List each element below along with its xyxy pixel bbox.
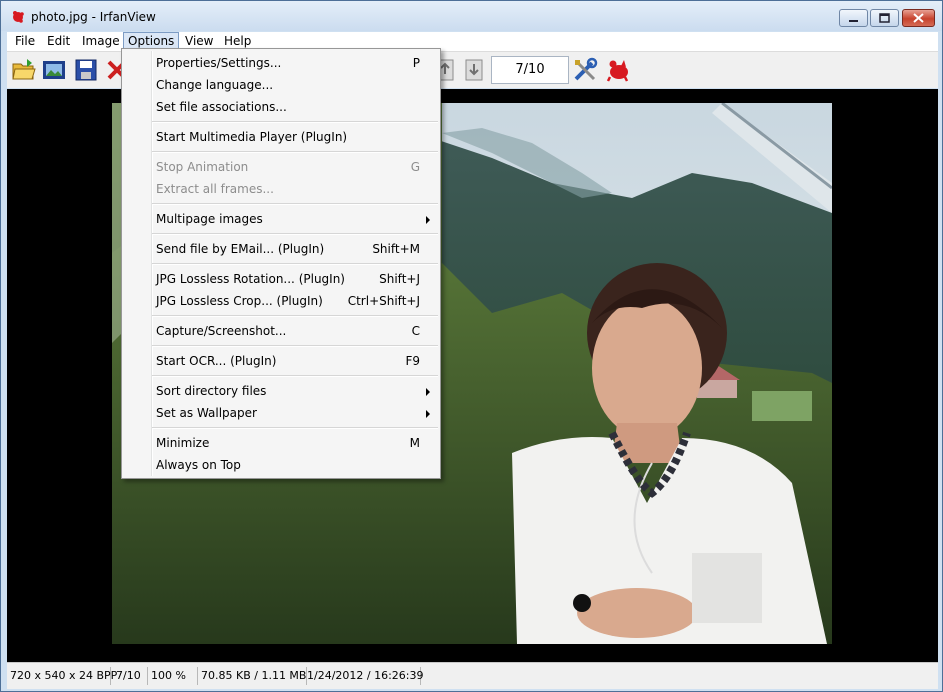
menu-item-shortcut: Ctrl+Shift+J	[347, 294, 420, 308]
menu-item-sort-directory-files[interactable]: Sort directory files	[123, 380, 439, 402]
menu-separator	[152, 427, 438, 429]
menu-file[interactable]: File	[11, 33, 39, 50]
menu-separator	[152, 233, 438, 235]
title-bar[interactable]: photo.jpg - IrfanView	[1, 1, 942, 31]
menu-item-set-file-associations[interactable]: Set file associations...	[123, 96, 439, 118]
menu-item-label: Set file associations...	[156, 100, 287, 114]
menu-image[interactable]: Image	[78, 33, 124, 50]
menu-item-label: Capture/Screenshot...	[156, 324, 287, 338]
menu-item-jpg-lossless-crop[interactable]: JPG Lossless Crop... (PlugIn) Ctrl+Shift…	[123, 290, 439, 312]
menu-item-label: Properties/Settings...	[156, 56, 282, 70]
menu-separator	[152, 151, 438, 153]
menu-item-change-language[interactable]: Change language...	[123, 74, 439, 96]
menu-item-label: Minimize	[156, 436, 210, 450]
status-zoom: 100 %	[148, 667, 198, 685]
status-filesize: 70.85 KB / 1.11 MB	[198, 667, 307, 685]
menu-item-shortcut: P	[412, 56, 420, 70]
menu-item-label: Send file by EMail... (PlugIn)	[156, 242, 325, 256]
status-bar: 720 x 540 x 24 BPP 7/10 100 % 70.85 KB /…	[7, 662, 938, 689]
menu-item-label: JPG Lossless Rotation... (PlugIn)	[156, 272, 345, 286]
menu-item-extract-all-frames: Extract all frames...	[123, 178, 439, 200]
menu-item-label: Extract all frames...	[156, 182, 274, 196]
menu-item-label: Sort directory files	[156, 384, 267, 398]
irfanview-about-icon[interactable]	[605, 57, 631, 83]
menu-item-start-ocr[interactable]: Start OCR... (PlugIn) F9	[123, 350, 439, 372]
open-folder-icon[interactable]	[11, 57, 37, 83]
status-datetime: 1/24/2012 / 16:26:39	[304, 667, 424, 685]
menu-item-set-as-wallpaper[interactable]: Set as Wallpaper	[123, 402, 439, 424]
menu-item-send-file-by-email[interactable]: Send file by EMail... (PlugIn) Shift+M	[123, 238, 439, 260]
menu-item-label: Change language...	[156, 78, 274, 92]
menu-item-label: Multipage images	[156, 212, 263, 226]
maximize-icon	[879, 13, 890, 23]
save-icon[interactable]	[73, 57, 99, 83]
submenu-arrow-icon	[426, 388, 430, 396]
menu-item-capture-screenshot[interactable]: Capture/Screenshot... C	[123, 320, 439, 342]
irfanview-app-icon	[13, 11, 24, 23]
status-index: 7/10	[113, 667, 148, 685]
menu-item-shortcut: Shift+J	[379, 272, 420, 286]
menu-item-label: JPG Lossless Crop... (PlugIn)	[156, 294, 323, 308]
menu-item-jpg-lossless-rotation[interactable]: JPG Lossless Rotation... (PlugIn) Shift+…	[123, 268, 439, 290]
menu-separator	[152, 263, 438, 265]
options-dropdown-menu: Properties/Settings... P Change language…	[121, 48, 441, 479]
menu-item-shortcut: G	[410, 160, 420, 174]
menu-item-always-on-top[interactable]: Always on Top	[123, 454, 439, 476]
menu-item-minimize[interactable]: Minimize M	[123, 432, 439, 454]
menu-item-stop-animation: Stop Animation G	[123, 156, 439, 178]
menu-item-start-multimedia-player[interactable]: Start Multimedia Player (PlugIn)	[123, 126, 439, 148]
submenu-arrow-icon	[426, 216, 430, 224]
menu-item-shortcut: F9	[405, 354, 420, 368]
close-button[interactable]	[902, 9, 935, 27]
menu-item-shortcut: C	[411, 324, 420, 338]
submenu-arrow-icon	[426, 410, 430, 418]
menu-item-multipage-images[interactable]: Multipage images	[123, 208, 439, 230]
close-icon	[913, 13, 924, 23]
menu-separator	[152, 121, 438, 123]
menu-item-label: Always on Top	[156, 458, 241, 472]
slideshow-icon[interactable]	[41, 57, 67, 83]
menu-item-label: Set as Wallpaper	[156, 406, 257, 420]
maximize-button[interactable]	[870, 9, 899, 27]
menu-item-label: Start OCR... (PlugIn)	[156, 354, 277, 368]
menu-edit[interactable]: Edit	[43, 33, 74, 50]
menu-item-label: Stop Animation	[156, 160, 249, 174]
minimize-button[interactable]	[839, 9, 868, 27]
menu-separator	[152, 375, 438, 377]
menu-item-shortcut: M	[409, 436, 420, 450]
menu-separator	[152, 203, 438, 205]
menu-item-shortcut: Shift+M	[372, 242, 420, 256]
minimize-icon	[849, 20, 858, 22]
menu-item-label: Start Multimedia Player (PlugIn)	[156, 130, 348, 144]
menu-separator	[152, 315, 438, 317]
menu-item-properties-settings[interactable]: Properties/Settings... P	[123, 52, 439, 74]
window-title: photo.jpg - IrfanView	[31, 10, 156, 24]
menu-separator	[152, 345, 438, 347]
next-file-icon[interactable]	[461, 57, 487, 83]
file-counter: 7/10	[491, 56, 569, 84]
status-dimensions: 720 x 540 x 24 BPP	[7, 667, 117, 685]
settings-tools-icon[interactable]	[572, 57, 598, 83]
